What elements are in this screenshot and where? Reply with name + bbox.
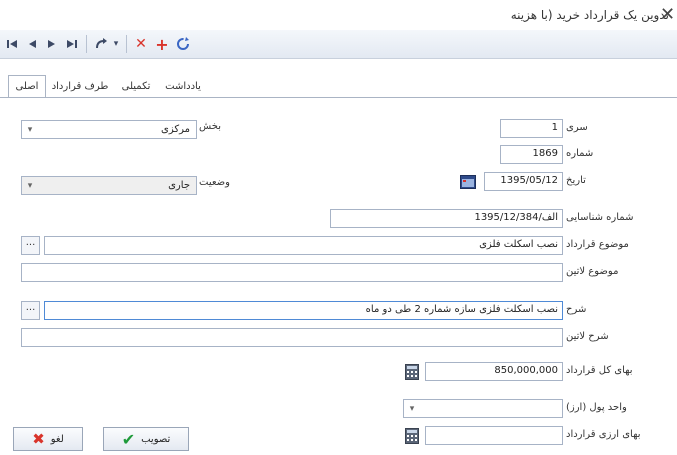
chevron-down-icon: ▾: [27, 180, 33, 191]
currency-unit-label: واحد پول (ارز): [566, 402, 627, 413]
series-field[interactable]: 1: [500, 119, 563, 138]
refresh-icon: [177, 37, 189, 50]
latin-subject-label: موضوع لاتين: [566, 266, 619, 277]
action-icon: [96, 38, 107, 49]
close-icon[interactable]: ✕: [660, 4, 675, 25]
ok-button[interactable]: تصويب ✔: [103, 427, 189, 451]
currency-price-field[interactable]: [425, 426, 563, 445]
calendar-icon: [459, 175, 476, 189]
number-label: شماره: [566, 148, 594, 159]
subject-lookup-button[interactable]: ···: [21, 236, 40, 255]
next-record-button[interactable]: [44, 34, 60, 54]
dropdown-icon[interactable]: ▾: [111, 34, 121, 54]
toolbar-separator: [86, 35, 87, 53]
first-record-button[interactable]: [4, 34, 20, 54]
section-combo[interactable]: ▾ مرکزی: [21, 120, 197, 139]
tab-strip: اصلی طرف قرارداد تکميلی يادداشت: [0, 75, 677, 97]
ok-label: تصويب: [141, 433, 171, 445]
total-price-label: بهای کل قرارداد: [566, 365, 633, 376]
status-value: جاری: [168, 180, 190, 191]
subject-field[interactable]: نصب اسکلت فلزی: [44, 236, 563, 255]
tab-main[interactable]: اصلی: [8, 75, 46, 97]
id-number-field[interactable]: الف/1395/12/384: [330, 209, 563, 228]
action-button[interactable]: [92, 34, 110, 54]
refresh-button[interactable]: [174, 34, 192, 54]
last-record-button[interactable]: [64, 34, 80, 54]
cancel-icon: ✖: [32, 430, 45, 448]
cancel-label: لغو: [50, 433, 64, 445]
first-icon: [7, 40, 17, 48]
tab-contract-party[interactable]: طرف قرارداد: [48, 77, 112, 96]
number-field[interactable]: 1869: [500, 145, 563, 164]
prev-icon: [29, 40, 36, 48]
latin-subject-field[interactable]: [21, 263, 563, 282]
currency-price-label: بهای ارزی قرارداد: [566, 429, 641, 440]
description-field[interactable]: نصب اسکلت فلزی سازه شماره 2 طی دو ماه: [44, 301, 563, 320]
delete-icon[interactable]: ✕: [132, 34, 150, 54]
currency-unit-combo[interactable]: ▾: [403, 399, 563, 418]
window-title: تدوين يک قرارداد خريد (با هزينه: [510, 8, 669, 22]
date-label: تاريخ: [566, 175, 586, 186]
section-label: بخش: [199, 121, 221, 132]
calculator-icon: [404, 427, 419, 444]
latin-description-label: شرح لاتين: [566, 331, 609, 342]
status-label: وضعيت: [199, 177, 230, 188]
check-icon: ✔: [121, 429, 136, 449]
calculator-button[interactable]: [403, 363, 420, 380]
latin-description-field[interactable]: [21, 328, 563, 347]
date-field[interactable]: 1395/05/12: [484, 172, 563, 191]
calculator-button-2[interactable]: [403, 427, 420, 444]
chevron-down-icon: ▾: [409, 403, 415, 414]
description-label: شرح: [566, 304, 587, 315]
id-number-label: شماره شناسايی: [566, 212, 634, 223]
cancel-button[interactable]: لغو ✖: [13, 427, 83, 451]
tab-complementary[interactable]: تکميلی: [114, 77, 158, 96]
toolbar-separator: [126, 35, 127, 53]
description-lookup-button[interactable]: ···: [21, 301, 40, 320]
prev-record-button[interactable]: [24, 34, 40, 54]
last-icon: [67, 40, 77, 48]
tab-divider: [0, 97, 677, 98]
series-label: سری: [566, 122, 588, 133]
status-combo[interactable]: ▾ جاری: [21, 176, 197, 195]
calculator-icon: [404, 363, 419, 380]
next-icon: [48, 40, 55, 48]
subject-label: موضوع قرارداد: [566, 239, 629, 250]
tab-notes[interactable]: يادداشت: [160, 77, 206, 96]
total-price-field[interactable]: 850,000,000: [425, 362, 563, 381]
title-bar: تدوين يک قرارداد خريد (با هزينه ✕: [0, 0, 677, 30]
add-icon[interactable]: +: [153, 34, 171, 54]
section-value: مرکزی: [161, 124, 190, 135]
calendar-button[interactable]: [459, 173, 476, 190]
toolbar: ▾ ✕ +: [0, 30, 677, 59]
chevron-down-icon: ▾: [27, 124, 33, 135]
